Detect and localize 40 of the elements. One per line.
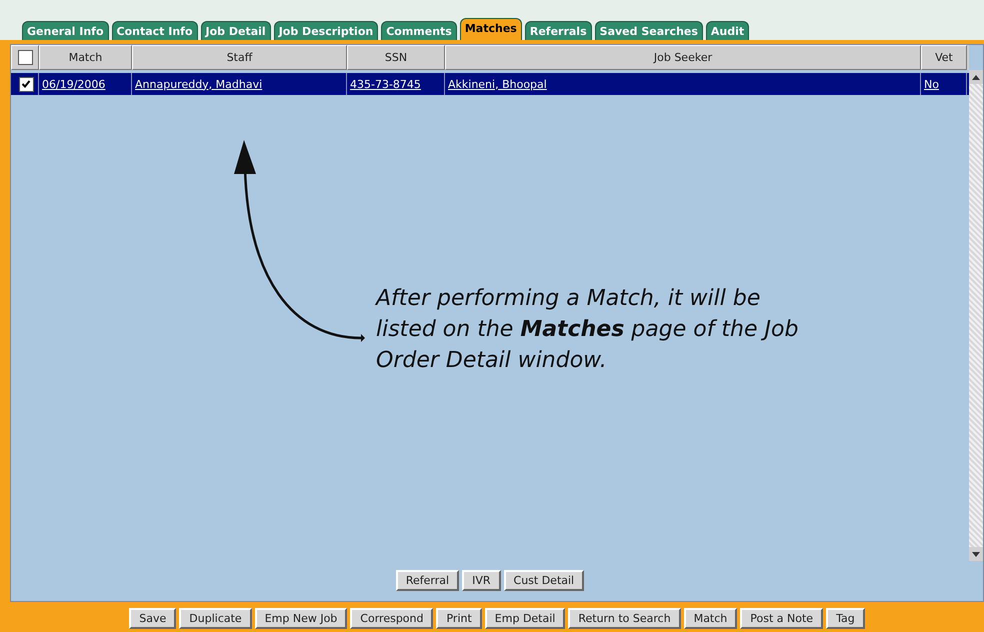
toolbar-button[interactable]: Emp New Job (254, 608, 348, 629)
tab[interactable]: Referrals (524, 21, 592, 40)
check-icon (21, 79, 31, 89)
detail-button[interactable]: IVR (462, 570, 501, 591)
table-link[interactable]: No (924, 78, 939, 90)
tab[interactable]: Comments (381, 21, 457, 40)
tab[interactable]: Contact Info (112, 21, 198, 40)
table-row[interactable]: 06/19/2006 Annapureddy, Madhavi 435-73-8745 Akkineni, Bhoopal No (11, 73, 969, 95)
column-header[interactable]: Staff (132, 45, 347, 70)
detail-button[interactable]: Cust Detail (504, 570, 584, 591)
tab[interactable]: Job Detail (200, 21, 271, 40)
tab[interactable]: Job Description (274, 21, 378, 40)
table-link[interactable]: 435-73-8745 (350, 78, 421, 90)
column-header[interactable]: Vet (921, 45, 967, 70)
table-link[interactable]: Akkineni, Bhoopal (448, 78, 547, 90)
toolbar-button[interactable]: Post a Note (740, 608, 824, 629)
tab[interactable]: Saved Searches (594, 21, 703, 40)
scroll-up-icon[interactable] (972, 74, 980, 80)
toolbar-button[interactable]: Tag (826, 608, 865, 629)
tab[interactable]: Audit (706, 21, 750, 40)
scrollbar[interactable] (969, 70, 983, 561)
toolbar-button[interactable]: Return to Search (568, 608, 681, 629)
detail-button[interactable]: Referral (396, 570, 460, 591)
toolbar-button[interactable]: Duplicate (179, 608, 252, 629)
checkbox[interactable] (18, 76, 34, 92)
column-header[interactable]: Job Seeker (445, 45, 921, 70)
annotation-text: After performing a Match, it will be listed on the Matches page of the Job Order Detail window. (376, 285, 800, 375)
scroll-down-icon[interactable] (972, 552, 980, 556)
checkbox[interactable] (18, 50, 32, 65)
table-link[interactable]: Annapureddy, Madhavi (135, 78, 262, 90)
column-header[interactable]: Match (39, 45, 132, 70)
toolbar-button[interactable]: Correspond (350, 608, 434, 629)
toolbar-button[interactable]: Save (129, 608, 176, 629)
toolbar-button[interactable]: Match (684, 608, 738, 629)
tab[interactable]: Matches (460, 18, 522, 40)
toolbar-button[interactable]: Emp Detail (484, 608, 566, 629)
column-header[interactable]: SSN (347, 45, 445, 70)
tab[interactable]: General Info (22, 21, 108, 40)
table-link[interactable]: 06/19/2006 (42, 78, 106, 90)
toolbar-button[interactable]: Print (436, 608, 482, 629)
